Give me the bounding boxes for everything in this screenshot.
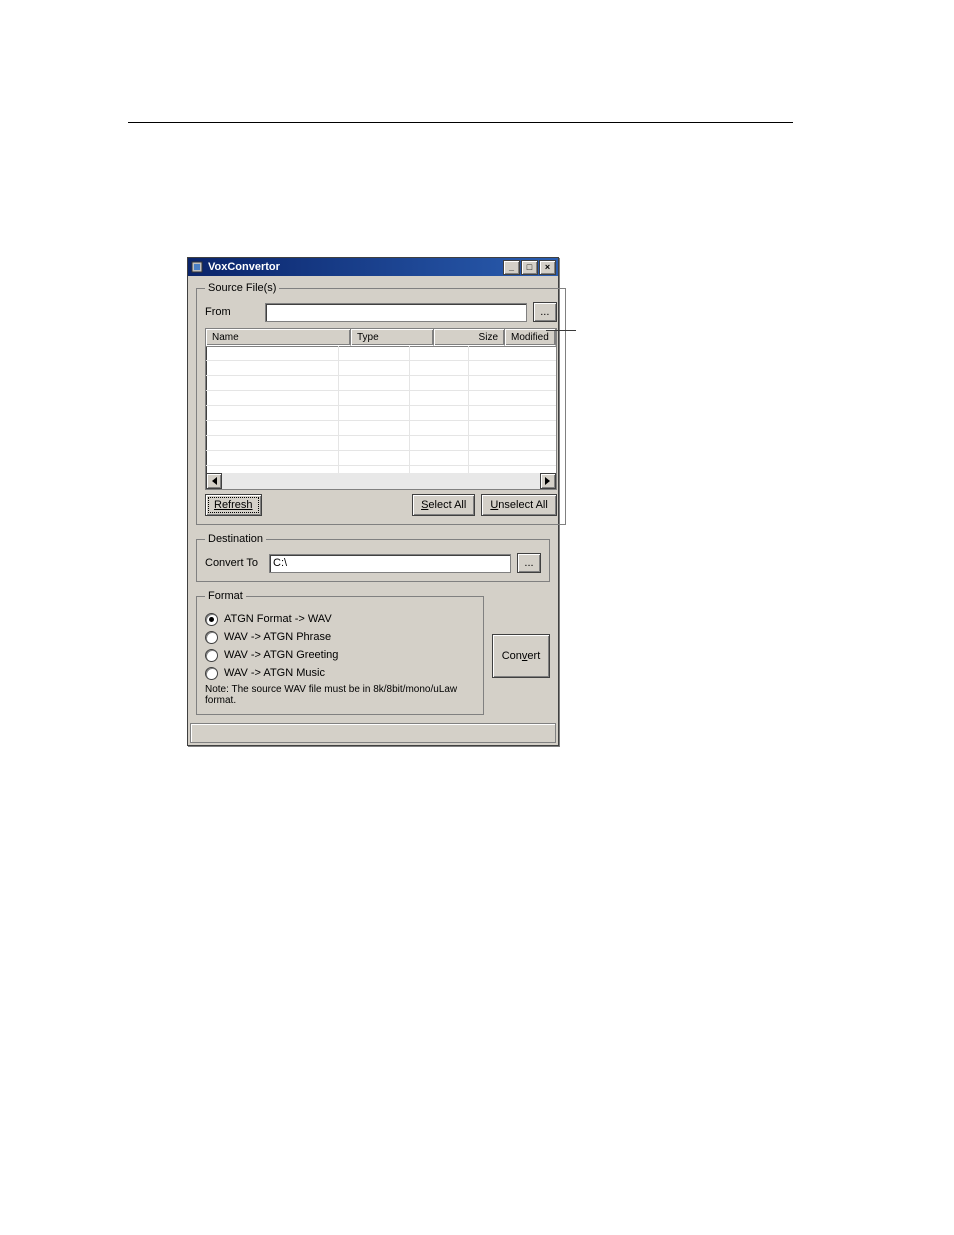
minimize-icon: _ [509,263,514,272]
list-row [206,361,556,376]
statusbar [190,723,556,743]
col-header-modified[interactable]: Modified [505,329,556,346]
file-list[interactable]: Name Type Size Modified [205,328,557,490]
col-header-size[interactable]: Size [434,329,505,346]
radio-icon [205,631,218,644]
list-row [206,421,556,436]
format-option-atgn-to-wav[interactable]: ATGN Format -> WAV [205,610,475,628]
format-option-wav-to-greeting[interactable]: WAV -> ATGN Greeting [205,646,475,664]
select-all-button[interactable]: Select All [412,494,475,516]
col-header-name[interactable]: Name [206,329,351,346]
file-list-header: Name Type Size Modified [206,329,556,347]
list-row [206,376,556,391]
from-input[interactable] [265,303,527,322]
refresh-label: Refresh [214,499,253,511]
app-icon [190,260,204,274]
destination-group: Destination Convert To C:\ ... [196,533,550,582]
format-option-label: WAV -> ATGN Music [224,667,325,679]
close-icon: × [545,263,550,272]
convert-to-input[interactable]: C:\ [269,554,511,573]
app-window: VoxConvertor _ □ × Source File(s) From .… [187,257,559,746]
convert-label: Convert [502,650,541,662]
source-files-group: Source File(s) From ... Name Type Size M… [196,282,566,525]
unselect-all-button[interactable]: Unselect All [481,494,556,516]
scroll-right-button[interactable] [540,473,556,489]
list-row [206,346,556,361]
list-row [206,451,556,466]
chevron-right-icon [545,477,550,485]
list-row [206,436,556,451]
from-browse-button[interactable]: ... [533,302,557,322]
format-legend: Format [205,590,246,602]
close-button[interactable]: × [539,260,556,275]
maximize-button[interactable]: □ [521,260,538,275]
from-label: From [205,306,259,318]
select-all-label: Select All [421,499,466,511]
destination-legend: Destination [205,533,266,545]
callout-line [546,330,576,331]
format-option-wav-to-music[interactable]: WAV -> ATGN Music [205,664,475,682]
format-option-label: WAV -> ATGN Greeting [224,649,338,661]
maximize-icon: □ [527,263,532,272]
list-row [206,406,556,421]
format-option-label: WAV -> ATGN Phrase [224,631,331,643]
titlebar[interactable]: VoxConvertor _ □ × [188,258,558,276]
horizontal-scrollbar[interactable] [206,473,556,489]
convert-to-browse-button[interactable]: ... [517,553,541,573]
format-group: Format ATGN Format -> WAV WAV -> ATGN Ph… [196,590,484,715]
format-note: Note: The source WAV file must be in 8k/… [205,684,475,706]
file-list-body [206,346,556,473]
radio-icon [205,613,218,626]
unselect-all-label: Unselect All [490,499,547,511]
format-option-wav-to-phrase[interactable]: WAV -> ATGN Phrase [205,628,475,646]
radio-icon [205,649,218,662]
source-files-legend: Source File(s) [205,282,279,294]
col-header-type[interactable]: Type [351,329,434,346]
page-divider [128,122,793,123]
list-row [206,391,556,406]
list-row [206,466,556,473]
format-option-label: ATGN Format -> WAV [224,613,332,625]
convert-button[interactable]: Convert [492,634,550,678]
refresh-button[interactable]: Refresh [205,494,262,516]
scroll-left-button[interactable] [206,473,222,489]
radio-icon [205,667,218,680]
window-title: VoxConvertor [208,261,503,273]
scrollbar-track[interactable] [222,473,540,489]
convert-to-label: Convert To [205,557,263,569]
minimize-button[interactable]: _ [503,260,520,275]
chevron-left-icon [212,477,217,485]
